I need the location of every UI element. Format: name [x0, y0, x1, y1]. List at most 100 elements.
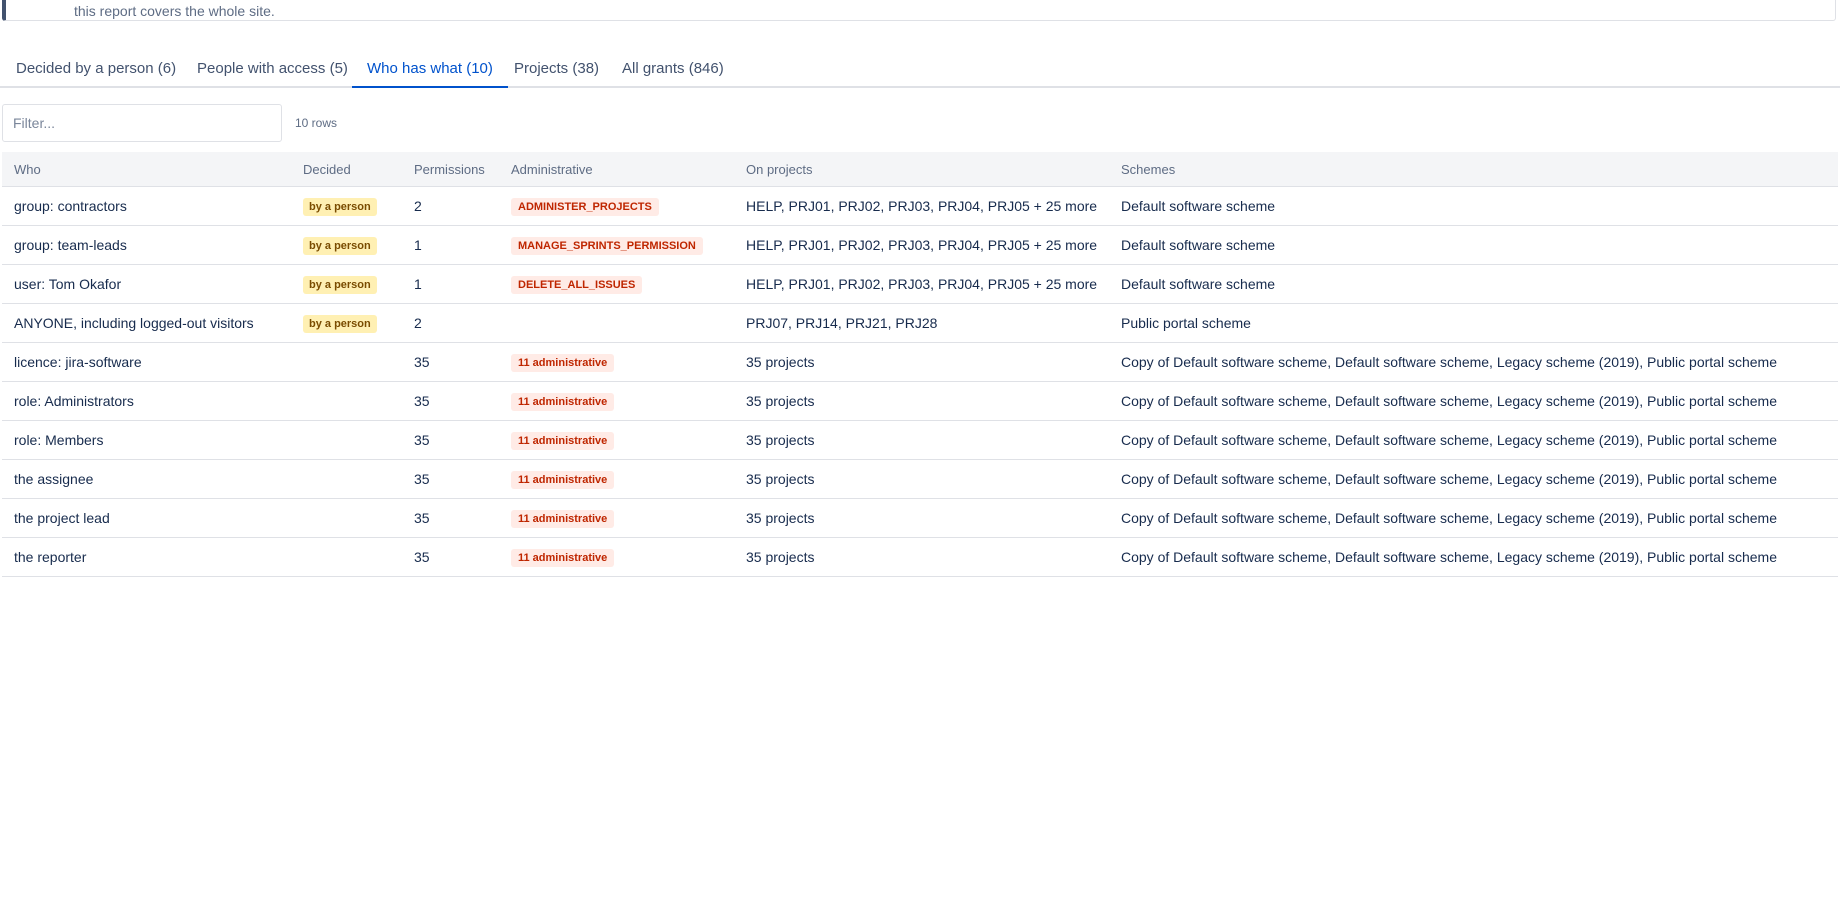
decided-cell	[291, 537, 402, 577]
tab-people-with-access[interactable]: People with access (5)	[182, 52, 363, 88]
who-cell: group: team-leads	[2, 225, 291, 265]
permissions-cell: 2	[402, 186, 499, 226]
on-projects-cell: HELP, PRJ01, PRJ02, PRJ03, PRJ04, PRJ05 …	[734, 186, 1109, 226]
on-projects-cell: 35 projects	[734, 420, 1109, 460]
who-cell: role: Members	[2, 420, 291, 460]
column-header-permissions[interactable]: Permissions	[402, 152, 499, 187]
administrative-badge: DELETE_ALL_ISSUES	[511, 275, 643, 294]
administrative-badge: 11 administrative	[511, 431, 615, 450]
decided-cell	[291, 459, 402, 499]
on-projects-cell: 35 projects	[734, 342, 1109, 382]
table-row[interactable]: group: team-leads by a person 1 MANAGE_SPRI…	[2, 225, 1838, 265]
who-cell: licence: jira-software	[2, 342, 291, 382]
permissions-cell: 35	[402, 420, 499, 460]
table-row[interactable]: role: Administrators 35 11 administrative 3…	[2, 381, 1838, 421]
administrative-badge: 11 administrative	[511, 509, 615, 528]
table-header-row: Who Decided Permissions Administrative O…	[2, 152, 1838, 187]
schemes-cell: Copy of Default software scheme, Default…	[1109, 459, 1838, 499]
schemes-cell: Default software scheme	[1109, 264, 1838, 304]
decided-badge: by a person	[303, 275, 377, 294]
tab-who-has-what[interactable]: Who has what (10)	[352, 52, 508, 88]
permissions-cell: 35	[402, 537, 499, 577]
table-row[interactable]: the assignee 35 11 administrative 35 projec…	[2, 459, 1838, 499]
administrative-cell: 11 administrative	[499, 342, 734, 382]
administrative-badge: ADMINISTER_PROJECTS	[511, 197, 659, 216]
on-projects-cell: 35 projects	[734, 381, 1109, 421]
column-header-decided[interactable]: Decided	[291, 152, 402, 187]
administrative-badge: 11 administrative	[511, 548, 615, 567]
schemes-cell: Copy of Default software scheme, Default…	[1109, 381, 1838, 421]
on-projects-cell: 35 projects	[734, 459, 1109, 499]
permissions-cell: 35	[402, 498, 499, 538]
on-projects-cell: 35 projects	[734, 498, 1109, 538]
who-cell: the assignee	[2, 459, 291, 499]
administrative-badge: MANAGE_SPRINTS_PERMISSION	[511, 236, 703, 255]
tab-all-grants[interactable]: All grants (846)	[607, 52, 739, 88]
on-projects-cell: HELP, PRJ01, PRJ02, PRJ03, PRJ04, PRJ05 …	[734, 264, 1109, 304]
administrative-badge: 11 administrative	[511, 470, 615, 489]
administrative-cell: ADMINISTER_PROJECTS	[499, 186, 734, 226]
permissions-cell: 1	[402, 264, 499, 304]
tab-decided-by-person[interactable]: Decided by a person (6)	[1, 52, 191, 88]
schemes-cell: Public portal scheme	[1109, 303, 1838, 343]
table-row[interactable]: the reporter 35 11 administrative 35 projec…	[2, 537, 1838, 577]
schemes-cell: Copy of Default software scheme, Default…	[1109, 537, 1838, 577]
decided-cell	[291, 381, 402, 421]
decided-cell	[291, 498, 402, 538]
table-row[interactable]: the project lead 35 11 administrative 35 pr…	[2, 498, 1838, 538]
administrative-cell: 11 administrative	[499, 381, 734, 421]
tab-projects[interactable]: Projects (38)	[499, 52, 614, 88]
permissions-cell: 2	[402, 303, 499, 343]
permissions-cell: 35	[402, 381, 499, 421]
tab-bar: Decided by a person (6) People with acce…	[0, 52, 1840, 88]
schemes-cell: Default software scheme	[1109, 186, 1838, 226]
schemes-cell: Default software scheme	[1109, 225, 1838, 265]
table-row[interactable]: group: contractors by a person 2 ADMINISTER…	[2, 186, 1838, 226]
table-row[interactable]: user: Tom Okafor by a person 1 DELETE_ALL_I…	[2, 264, 1838, 304]
table-row[interactable]: licence: jira-software 35 11 administrativ…	[2, 342, 1838, 382]
decided-cell: by a person	[291, 225, 402, 265]
administrative-cell	[499, 303, 734, 343]
administrative-cell: 11 administrative	[499, 498, 734, 538]
who-cell: group: contractors	[2, 186, 291, 226]
permissions-cell: 1	[402, 225, 499, 265]
decided-cell: by a person	[291, 186, 402, 226]
column-header-who[interactable]: Who	[2, 152, 291, 187]
permissions-cell: 35	[402, 459, 499, 499]
who-cell: ANYONE, including logged-out visitors	[2, 303, 291, 343]
who-cell: the project lead	[2, 498, 291, 538]
column-header-schemes[interactable]: Schemes	[1109, 152, 1838, 187]
administrative-badge: 11 administrative	[511, 392, 615, 411]
schemes-cell: Copy of Default software scheme, Default…	[1109, 420, 1838, 460]
decided-badge: by a person	[303, 236, 377, 255]
administrative-cell: 11 administrative	[499, 459, 734, 499]
decided-badge: by a person	[303, 197, 377, 216]
administrative-cell: DELETE_ALL_ISSUES	[499, 264, 734, 304]
filter-input[interactable]	[2, 104, 282, 142]
row-count: 10 rows	[295, 116, 338, 130]
table-body: group: contractors by a person 2 ADMINISTER…	[2, 186, 1838, 577]
who-has-what-table: Who Decided Permissions Administrative O…	[2, 152, 1838, 577]
administrative-badge: 11 administrative	[511, 353, 615, 372]
who-cell: role: Administrators	[2, 381, 291, 421]
on-projects-cell: HELP, PRJ01, PRJ02, PRJ03, PRJ04, PRJ05 …	[734, 225, 1109, 265]
decided-badge: by a person	[303, 314, 377, 333]
notice-text: this report covers the whole site.	[74, 3, 275, 19]
column-header-on-projects[interactable]: On projects	[734, 152, 1109, 187]
decided-cell	[291, 420, 402, 460]
who-cell: the reporter	[2, 537, 291, 577]
table-row[interactable]: ANYONE, including logged-out visitors by …	[2, 303, 1838, 343]
decided-cell: by a person	[291, 303, 402, 343]
administrative-cell: 11 administrative	[499, 537, 734, 577]
administrative-cell: 11 administrative	[499, 420, 734, 460]
column-header-administrative[interactable]: Administrative	[499, 152, 734, 187]
schemes-cell: Copy of Default software scheme, Default…	[1109, 498, 1838, 538]
table-row[interactable]: role: Members 35 11 administrative 35 proje…	[2, 420, 1838, 460]
on-projects-cell: 35 projects	[734, 537, 1109, 577]
administrative-cell: MANAGE_SPRINTS_PERMISSION	[499, 225, 734, 265]
who-cell: user: Tom Okafor	[2, 264, 291, 304]
on-projects-cell: PRJ07, PRJ14, PRJ21, PRJ28	[734, 303, 1109, 343]
info-notice: this report covers the whole site.	[2, 0, 1836, 21]
permissions-cell: 35	[402, 342, 499, 382]
decided-cell	[291, 342, 402, 382]
